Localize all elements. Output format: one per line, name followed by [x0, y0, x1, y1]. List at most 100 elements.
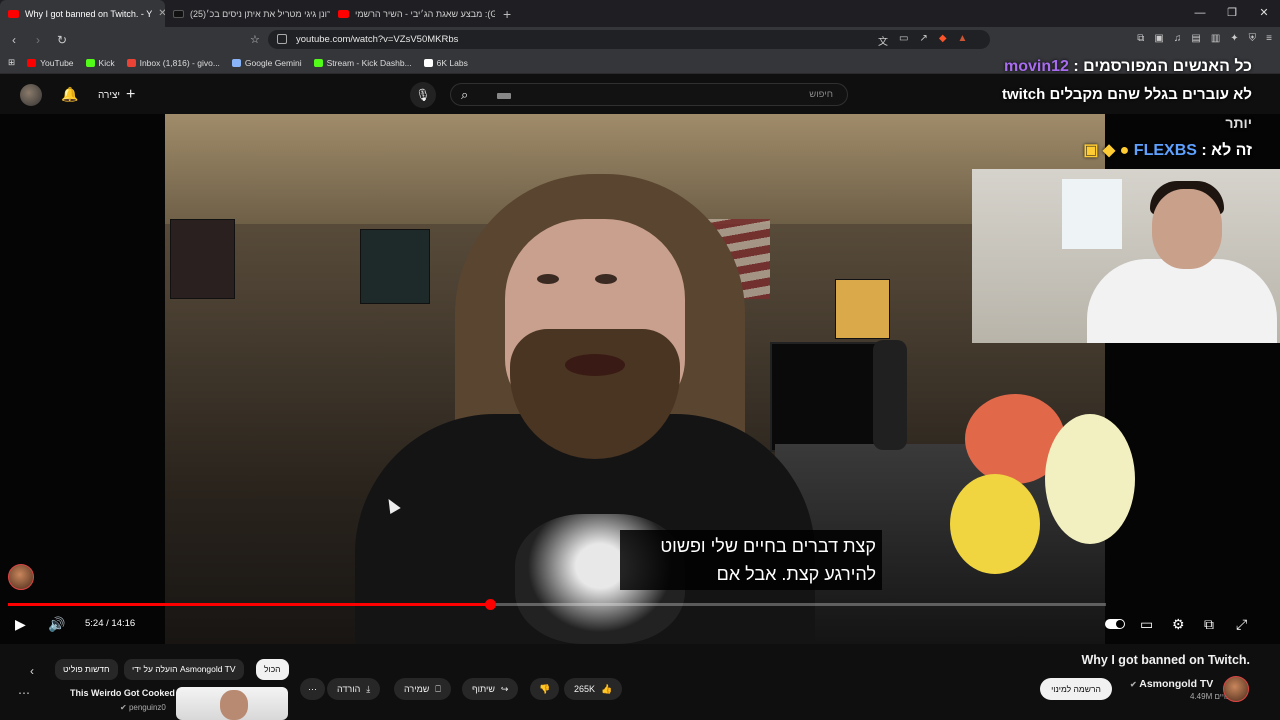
address-toolbar: ‹ › ↻ youtube.com/watch?v=VZsV50MKRbs: [0, 27, 1280, 52]
chip-all[interactable]: הכול: [256, 659, 289, 680]
bookmark-save-icon: ⎕: [435, 684, 441, 694]
bookmark-youtube[interactable]: YouTube: [27, 58, 74, 68]
more-actions-button[interactable]: ⋯: [300, 678, 325, 700]
tab-title: מבצע שאגת הג׳יבי - השיר הרשמי :(G: [355, 8, 495, 19]
chat-overlay: כל האנשים המפורסמים : movin12 לא עוברים …: [952, 53, 1252, 165]
create-button[interactable]: יצירה +: [98, 86, 135, 104]
site-info-icon[interactable]: [277, 34, 287, 44]
badge-icons: ● ◆ ▣: [1083, 142, 1130, 159]
translate-icon[interactable]: 文: [878, 33, 888, 48]
tab-title: Why I got banned on Twitch. - Y: [25, 8, 153, 19]
bookmark-kick[interactable]: Kick: [85, 58, 115, 68]
fullscreen-icon[interactable]: ⤢: [1236, 616, 1247, 633]
new-tab-button[interactable]: +: [495, 6, 519, 22]
share-icon[interactable]: ↗: [919, 33, 927, 48]
tab-youtube-song[interactable]: מבצע שאגת הג׳יבי - השיר הרשמי :(G: [330, 0, 495, 27]
menu-icon[interactable]: ≡: [1266, 33, 1272, 44]
recommended-channel: ✔ penguinz0: [120, 703, 166, 712]
ai-icon[interactable]: ✦: [1230, 33, 1238, 44]
account-avatar[interactable]: [20, 84, 42, 106]
youtube-icon: [8, 9, 19, 18]
kick-icon: [85, 58, 95, 67]
time-display: 5:24 / 14:16: [85, 618, 136, 629]
chat-message: יותר: [1225, 115, 1252, 131]
bookmark-6k-labs[interactable]: 6K Labs: [423, 58, 468, 68]
download-button[interactable]: הורדה ⤓: [327, 678, 381, 700]
brave-shield-icon[interactable]: ◆: [939, 33, 947, 48]
tab-tiktok[interactable]: (25)רונן גיגי מטריל את איתן ניסים בכ׳: [165, 0, 330, 27]
thumbs-up-icon: 👍: [601, 684, 613, 694]
tiktok-icon: [173, 9, 184, 18]
bookmark-icon[interactable]: ☆: [250, 33, 260, 46]
bookmark-gmail[interactable]: Inbox (1,816) - givo...: [126, 58, 220, 68]
like-button[interactable]: 265K 👍: [564, 678, 623, 700]
recommended-video-title[interactable]: This Weirdo Got Cooked: [70, 688, 175, 698]
chevron-left-icon[interactable]: ‹: [30, 664, 34, 678]
search-placeholder: חיפוש: [809, 89, 833, 100]
chat-message: כל האנשים המפורסמים : movin12: [1003, 58, 1252, 75]
sidebar-icon[interactable]: ▤: [1191, 33, 1200, 44]
more-options-icon[interactable]: ⋯: [18, 686, 30, 700]
progress-bar[interactable]: [8, 599, 1106, 610]
6k-labs-icon: [423, 58, 433, 67]
reload-icon[interactable]: ↻: [52, 33, 72, 47]
youtube-icon: [27, 58, 37, 67]
gemini-icon: [231, 58, 241, 67]
gmail-icon: [126, 58, 136, 67]
save-button[interactable]: שמירה ⎕: [394, 678, 451, 700]
tab-youtube-video[interactable]: Why I got banned on Twitch. - Y ✕: [0, 0, 165, 27]
bookmark-gemini[interactable]: Google Gemini: [231, 58, 302, 68]
subtitles: קצת דברים בחיים שלי ופשוט להירגע קצת. אב…: [620, 530, 882, 590]
search-icon[interactable]: ⌕: [461, 87, 468, 103]
channel-avatar[interactable]: [1223, 676, 1249, 702]
url-actions: 文 ▭ ↗ ◆ ▲: [878, 33, 967, 48]
cast-icon[interactable]: ▭: [899, 33, 908, 48]
volume-icon[interactable]: 🔊: [48, 616, 65, 633]
close-window-icon[interactable]: ✕: [1248, 0, 1280, 27]
bookmark-kick-dashboard[interactable]: Stream - Kick Dashb...: [313, 58, 412, 68]
subscribe-button[interactable]: הרשמה למינוי: [1040, 678, 1112, 700]
restore-icon[interactable]: ❐: [1216, 0, 1248, 27]
back-icon[interactable]: ‹: [4, 33, 24, 47]
screenshot-icon[interactable]: ▣: [1154, 33, 1163, 44]
browser-tab-bar: Why I got banned on Twitch. - Y ✕ (25)רו…: [0, 0, 1280, 27]
chip-politics-news[interactable]: חדשות פוליט: [55, 659, 118, 680]
channel-name[interactable]: ✔ Asmongold TV: [1130, 678, 1213, 690]
dislike-button[interactable]: 👎: [530, 678, 560, 700]
wallet-icon[interactable]: ▥: [1211, 33, 1220, 44]
url-text: youtube.com/watch?v=VZsV50MKRbs: [296, 34, 459, 45]
youtube-icon: [338, 9, 349, 18]
vpn-icon[interactable]: ⛨: [1249, 33, 1257, 44]
browser-toolbar-right: ⧉ ▣ ♫ ▤ ▥ ✦ ⛨ ≡: [1137, 33, 1272, 44]
keyboard-icon[interactable]: [497, 93, 511, 99]
chat-message: זה לא : FLEXBS ● ◆ ▣: [1083, 142, 1252, 159]
chip-uploaded-by-channel[interactable]: הועלה על ידי Asmongold TV: [124, 659, 244, 680]
music-icon[interactable]: ♫: [1174, 33, 1182, 44]
recommended-thumbnail[interactable]: [176, 687, 288, 720]
play-icon[interactable]: ▶: [15, 616, 26, 633]
voice-search-mic-icon[interactable]: 🎙: [410, 82, 436, 108]
forward-icon[interactable]: ›: [28, 33, 48, 47]
share-button[interactable]: שיתוף ↪: [462, 678, 519, 700]
window-controls: — ❐ ✕: [1184, 0, 1280, 27]
autoplay-toggle[interactable]: [1105, 619, 1125, 629]
share-arrow-icon: ↪: [500, 684, 509, 694]
close-tab-icon[interactable]: ✕: [158, 8, 165, 19]
progress-played: [8, 603, 491, 606]
plus-icon: +: [126, 86, 136, 103]
notifications-bell-icon[interactable]: 🔔: [61, 86, 78, 103]
extensions-icon[interactable]: ⧉: [1137, 33, 1144, 44]
minimize-icon[interactable]: —: [1184, 0, 1216, 27]
miniplayer-icon[interactable]: ⧉: [1204, 616, 1214, 633]
chat-message: לא עוברים בגלל שהם מקבלים twitch: [1001, 86, 1252, 103]
verified-icon: ✔: [1130, 680, 1137, 689]
apps-grid-icon[interactable]: ⊞: [8, 57, 15, 68]
channel-watermark[interactable]: [8, 564, 34, 590]
search-input[interactable]: ⌕ חיפוש: [450, 83, 848, 106]
scrubber-handle[interactable]: [485, 599, 497, 610]
tab-title: (25)רונן גיגי מטריל את איתן ניסים בכ׳: [190, 8, 330, 19]
rewards-icon[interactable]: ▲: [958, 33, 968, 48]
settings-gear-icon[interactable]: ⚙: [1172, 616, 1185, 633]
webcam-overlay: [972, 169, 1280, 343]
captions-icon[interactable]: ▭: [1140, 616, 1153, 633]
